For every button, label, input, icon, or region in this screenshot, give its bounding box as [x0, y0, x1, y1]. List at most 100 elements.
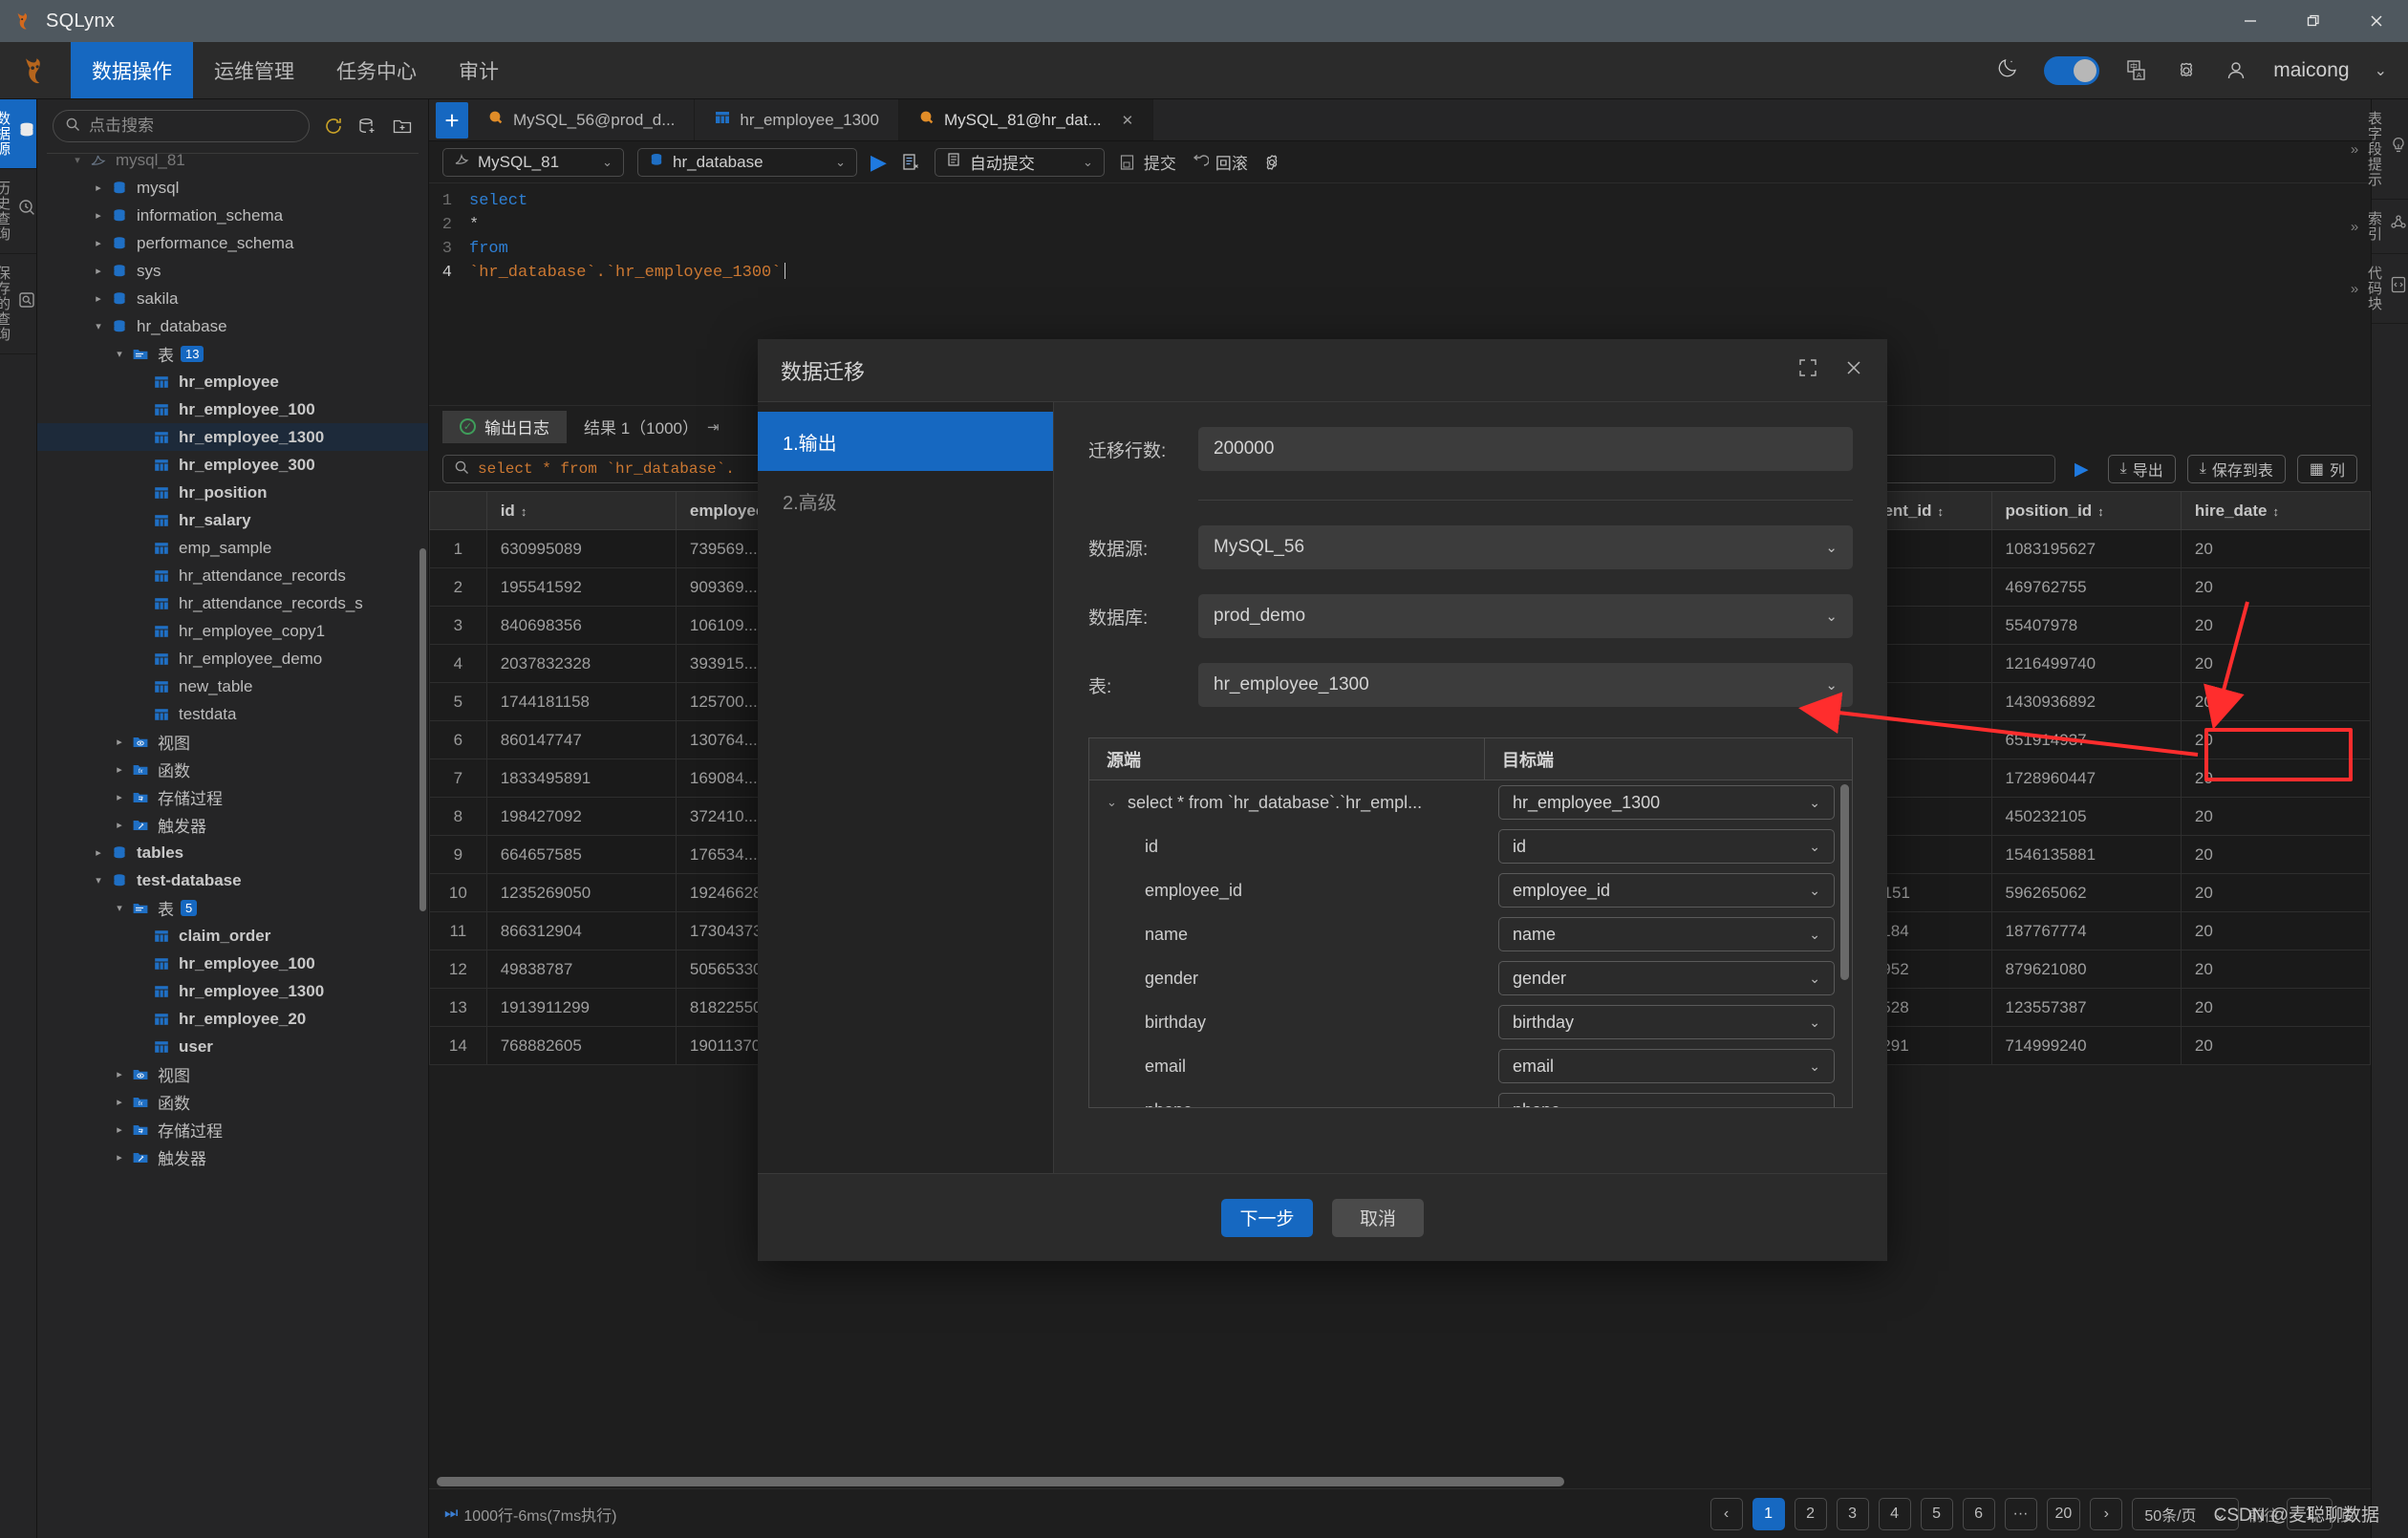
table-cell[interactable]: 49838787 — [485, 950, 677, 989]
new-folder-icon[interactable] — [392, 116, 413, 137]
mapping-target-select[interactable]: hr_employee_1300 ⌄ — [1498, 785, 1835, 820]
commit-button[interactable]: 提交 — [1118, 150, 1176, 174]
sort-icon[interactable]: ↕ — [521, 504, 527, 519]
tree-node-[interactable]: ▾ 表 13 — [37, 340, 428, 368]
table-cell[interactable]: 768882605 — [485, 1026, 677, 1065]
caret-expanded-icon[interactable]: ⌄ — [1107, 795, 1128, 810]
mapping-target-select[interactable]: birthday ⌄ — [1498, 1005, 1835, 1039]
mapping-target-select[interactable]: phone ⌄ — [1498, 1093, 1835, 1108]
table-cell[interactable]: 1546135881 — [1990, 835, 2182, 874]
tree-node-[interactable]: ▸ 视图 — [37, 728, 428, 756]
migration-row-count-input[interactable] — [1214, 438, 1838, 459]
tree-node-hr_employee[interactable]: hr_employee — [37, 368, 428, 395]
menu-item-audit[interactable]: 审计 — [438, 42, 520, 98]
tree-node-[interactable]: ▸ 存储过程 — [37, 783, 428, 811]
result-tab-result1[interactable]: 结果 1（1000） ⇥ — [567, 411, 737, 443]
caret-expanded-icon[interactable]: ▾ — [110, 902, 129, 914]
tree-node-hr_employee_300[interactable]: hr_employee_300 — [37, 451, 428, 479]
mapping-target-select[interactable]: gender ⌄ — [1498, 961, 1835, 995]
save-to-table-button[interactable]: ⤓ 保存到表 — [2186, 455, 2286, 483]
table-select[interactable]: hr_employee_1300 ⌄ — [1198, 663, 1853, 707]
table-cell[interactable]: 20 — [2180, 606, 2371, 645]
code-line[interactable]: `hr_database`.`hr_employee_1300` — [469, 261, 786, 285]
chevron-down-icon[interactable]: ⌄ — [1825, 676, 1838, 694]
caret-collapsed-icon[interactable]: ▸ — [89, 182, 108, 194]
search-input[interactable] — [89, 117, 297, 136]
sort-icon[interactable]: ↕ — [2272, 504, 2279, 519]
code-line[interactable]: select — [469, 189, 785, 213]
column-header-id[interactable]: id ↕ — [485, 491, 677, 530]
rail-item-index[interactable]: 索引 » — [2351, 200, 2408, 254]
menu-item-ops-mgmt[interactable]: 运维管理 — [193, 42, 315, 98]
page-3[interactable]: 3 — [1836, 1497, 1869, 1530]
table-cell[interactable]: 2037832328 — [485, 644, 677, 683]
next-step-button[interactable]: 下一步 — [1221, 1198, 1313, 1237]
table-cell[interactable]: 840698356 — [485, 606, 677, 645]
step-advanced[interactable]: 2.高级 — [758, 471, 1053, 530]
table-cell[interactable]: 1430936892 — [1990, 682, 2182, 721]
tree-node-hr_employee_copy1[interactable]: hr_employee_copy1 — [37, 617, 428, 645]
sql-code[interactable]: select * from `hr_database`.`hr_employee_… — [458, 189, 786, 405]
caret-expanded-icon[interactable]: ▾ — [89, 320, 108, 332]
table-cell[interactable]: 879621080 — [1990, 950, 2182, 989]
chevron-down-icon[interactable]: ⌄ — [1825, 608, 1838, 625]
page-5[interactable]: 5 — [1920, 1497, 1953, 1530]
table-cell[interactable]: 20 — [2180, 644, 2371, 683]
tree-node-[interactable]: ▸ 触发器 — [37, 811, 428, 839]
mapping-target-select[interactable]: email ⌄ — [1498, 1049, 1835, 1083]
column-header-hire_date[interactable]: hire_date ↕ — [2180, 491, 2371, 530]
tree-node-hr_salary[interactable]: hr_salary — [37, 506, 428, 534]
editor-tab-hr-employee-1300[interactable]: hr_employee_1300 — [695, 99, 899, 140]
tree-node-hr_attendance_records_s[interactable]: hr_attendance_records_s — [37, 589, 428, 617]
tree-node-user[interactable]: user — [37, 1033, 428, 1060]
table-cell[interactable]: 1833495891 — [485, 758, 677, 798]
tree-node-mysql_81[interactable]: ▾ mysql_81 — [37, 154, 428, 174]
gear-icon[interactable] — [2174, 58, 2199, 83]
column-header-position_id[interactable]: position_id ↕ — [1990, 491, 2182, 530]
table-cell[interactable]: 866312904 — [485, 911, 677, 951]
rail-item-field-hint[interactable]: 表字段提示 » — [2351, 99, 2408, 200]
table-cell[interactable]: 469762755 — [1990, 567, 2182, 607]
caret-collapsed-icon[interactable]: ▸ — [89, 209, 108, 222]
close-icon[interactable] — [1843, 357, 1864, 383]
table-cell[interactable]: 20 — [2180, 682, 2371, 721]
table-cell[interactable]: 860147747 — [485, 720, 677, 759]
table-cell[interactable]: 664657585 — [485, 835, 677, 874]
tree-node-hr_employee_100[interactable]: hr_employee_100 — [37, 395, 428, 423]
tree-node-[interactable]: ▸ 触发器 — [37, 1143, 428, 1171]
caret-expanded-icon[interactable]: ▾ — [89, 874, 108, 886]
page-prev[interactable]: ‹ — [1709, 1497, 1743, 1530]
user-name[interactable]: maicong — [2273, 59, 2349, 82]
caret-collapsed-icon[interactable]: ▸ — [89, 846, 108, 859]
tree-node-sakila[interactable]: ▸ sakila — [37, 285, 428, 312]
table-cell[interactable]: 198427092 — [485, 797, 677, 836]
caret-collapsed-icon[interactable]: ▸ — [110, 763, 129, 776]
chevron-down-icon[interactable]: ⌄ — [1809, 839, 1820, 855]
table-cell[interactable]: 450232105 — [1990, 797, 2182, 836]
table-cell[interactable]: 20 — [2180, 797, 2371, 836]
table-cell[interactable]: 20 — [2180, 835, 2371, 874]
table-cell[interactable]: 596265062 — [1990, 873, 2182, 912]
sort-icon[interactable]: ↕ — [2097, 504, 2104, 519]
table-cell[interactable]: 20 — [2180, 950, 2371, 989]
tree-node-hr_employee_demo[interactable]: hr_employee_demo — [37, 645, 428, 673]
menu-item-task-center[interactable]: 任务中心 — [315, 42, 438, 98]
tree-node-information_schema[interactable]: ▸ information_schema — [37, 202, 428, 229]
cancel-button[interactable]: 取消 — [1332, 1198, 1424, 1237]
mapping-target-select[interactable]: id ⌄ — [1498, 829, 1835, 864]
tree-node-[interactable]: ▾ 表 5 — [37, 894, 428, 922]
caret-collapsed-icon[interactable]: ▸ — [110, 1068, 129, 1080]
tree-node-hr_position[interactable]: hr_position — [37, 479, 428, 506]
migration-row-count-field[interactable] — [1198, 427, 1853, 471]
run-query-button[interactable]: ▶ — [871, 150, 887, 175]
chevron-right-icon[interactable]: » — [2351, 281, 2358, 297]
chevron-down-icon[interactable]: ⌄ — [1809, 1102, 1820, 1108]
mapping-target-select[interactable]: employee_id ⌄ — [1498, 873, 1835, 908]
avatar[interactable] — [2224, 58, 2248, 83]
table-cell[interactable]: 714999240 — [1990, 1026, 2182, 1065]
tree-node-test-database[interactable]: ▾ test-database — [37, 866, 428, 894]
caret-expanded-icon[interactable]: ▾ — [110, 348, 129, 360]
connection-select[interactable]: MySQL_81 ⌄ — [442, 147, 624, 177]
table-cell[interactable]: 1744181158 — [485, 682, 677, 721]
chevron-down-icon[interactable]: ⌄ — [1083, 155, 1093, 170]
